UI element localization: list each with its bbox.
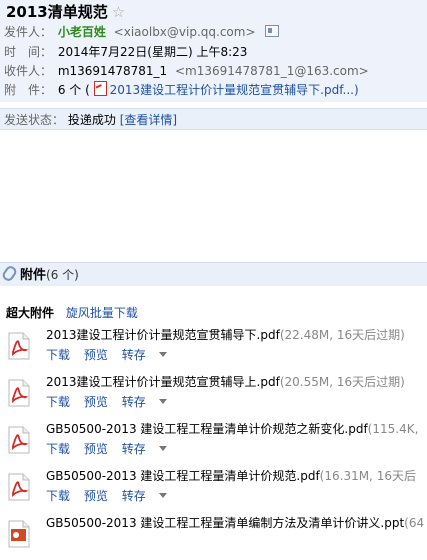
- download-link[interactable]: 下载: [46, 489, 70, 503]
- status-value: 投递成功: [67, 113, 116, 127]
- super-attachments-row: 超大附件 旋风批量下载: [6, 304, 138, 322]
- caret-down-icon: [158, 352, 167, 357]
- contact-card-icon[interactable]: [265, 25, 280, 37]
- batch-download-link[interactable]: 旋风批量下载: [66, 306, 138, 320]
- time-value: 2014年7月22日(星期二) 上午8:23: [57, 45, 248, 59]
- forward-dropdown[interactable]: 转存: [122, 442, 177, 456]
- attachment-item: GB50500-2013 建设工程工程量清单计价规范.pdf(16.31M, 1…: [0, 467, 427, 513]
- attachment-meta: (22.48M, 16天后过期): [279, 328, 405, 342]
- forward-dropdown[interactable]: 转存: [122, 489, 177, 503]
- attachment-name[interactable]: GB50500-2013 建设工程工程量清单计价规范.pdf(16.31M, 1…: [46, 467, 416, 485]
- preview-link[interactable]: 预览: [84, 489, 108, 503]
- forward-dropdown[interactable]: 转存: [122, 395, 177, 409]
- forward-dropdown[interactable]: 转存: [122, 348, 177, 362]
- attachment-name[interactable]: GB50500-2013 建设工程工程量清单计价规范之新变化.pdf(115.4…: [46, 420, 418, 438]
- recipient-row: 收件人： m13691478781_1 <m13691478781_1@163.…: [4, 62, 369, 80]
- attachment-meta: (115.4K,: [367, 422, 419, 436]
- subject-text: 2013清单规范: [6, 3, 108, 21]
- download-link[interactable]: 下载: [46, 348, 70, 362]
- preview-link[interactable]: 预览: [84, 348, 108, 362]
- attachment-label: 附 件：: [4, 83, 53, 97]
- caret-down-icon: [158, 446, 167, 451]
- time-label: 时 间：: [4, 45, 53, 59]
- sender-name[interactable]: 小老百姓: [58, 25, 106, 39]
- attachment-meta: (16.31M, 16天后: [319, 469, 416, 483]
- ppt-icon: [8, 520, 30, 548]
- mail-header: 2013清单规范 ☆ 发件人： 小老百姓 <xiaolbx@vip.qq.com>…: [0, 0, 427, 102]
- status-details-link[interactable]: [查看详情]: [120, 113, 177, 127]
- pdf-icon: [93, 81, 107, 96]
- pdf-icon: [8, 426, 30, 454]
- pdf-icon: [8, 332, 30, 360]
- preview-link[interactable]: 预览: [84, 442, 108, 456]
- time-row: 时 间： 2014年7月22日(星期二) 上午8:23: [4, 43, 247, 61]
- attachment-item: 2013建设工程计价计量规范宣贯辅导下.pdf(22.48M, 16天后过期) …: [0, 326, 427, 372]
- sender-row: 发件人： 小老百姓 <xiaolbx@vip.qq.com>: [4, 23, 280, 41]
- download-link[interactable]: 下载: [46, 395, 70, 409]
- attachment-item: GB50500-2013 建设工程工程量清单计价规范之新变化.pdf(115.4…: [0, 420, 427, 466]
- attachment-count: 6 个 (: [57, 83, 90, 97]
- attachments-header: 附件(6 个): [0, 262, 427, 286]
- attachment-name[interactable]: 2013建设工程计价计量规范宣贯辅导下.pdf(22.48M, 16天后过期): [46, 326, 405, 344]
- recipient-label: 收件人：: [4, 64, 53, 78]
- super-attachments-label: 超大附件: [6, 306, 55, 320]
- attachments-title: 附件: [20, 268, 47, 283]
- recipient-email: <m13691478781_1@163.com>: [174, 64, 369, 78]
- pdf-icon: [8, 473, 30, 501]
- attachment-name[interactable]: GB50500-2013 建设工程工程量清单编制方法及清单计价讲义.ppt(64: [46, 514, 424, 532]
- attachment-first-link[interactable]: 2013建设工程计价计量规范宣贯辅导下.pdf...): [110, 83, 359, 97]
- send-status-bar: 发送状态： 投递成功 [查看详情]: [0, 108, 427, 130]
- sender-email: <xiaolbx@vip.qq.com>: [113, 25, 256, 39]
- caret-down-icon: [158, 399, 167, 404]
- recipient-name[interactable]: m13691478781_1: [58, 64, 167, 78]
- caret-down-icon: [158, 493, 167, 498]
- download-link[interactable]: 下载: [46, 442, 70, 456]
- attachment-row: 附 件： 6 个 ( 2013建设工程计价计量规范宣贯辅导下.pdf...): [4, 81, 359, 99]
- attachment-name[interactable]: 2013建设工程计价计量规范宣贯辅导上.pdf(20.55M, 16天后过期): [46, 373, 405, 391]
- mail-subject: 2013清单规范 ☆: [6, 1, 125, 22]
- paperclip-icon: [0, 264, 19, 283]
- attachment-meta: (64: [404, 516, 425, 530]
- attachment-meta: (20.55M, 16天后过期): [279, 375, 405, 389]
- status-label: 发送状态：: [4, 113, 65, 127]
- attachment-item: 2013建设工程计价计量规范宣贯辅导上.pdf(20.55M, 16天后过期) …: [0, 373, 427, 419]
- sender-label: 发件人：: [4, 25, 53, 39]
- preview-link[interactable]: 预览: [84, 395, 108, 409]
- pdf-icon: [8, 379, 30, 407]
- attachments-count: (6 个): [46, 268, 79, 282]
- attachment-item: GB50500-2013 建设工程工程量清单编制方法及清单计价讲义.ppt(64: [0, 514, 427, 560]
- star-icon[interactable]: ☆: [112, 3, 125, 21]
